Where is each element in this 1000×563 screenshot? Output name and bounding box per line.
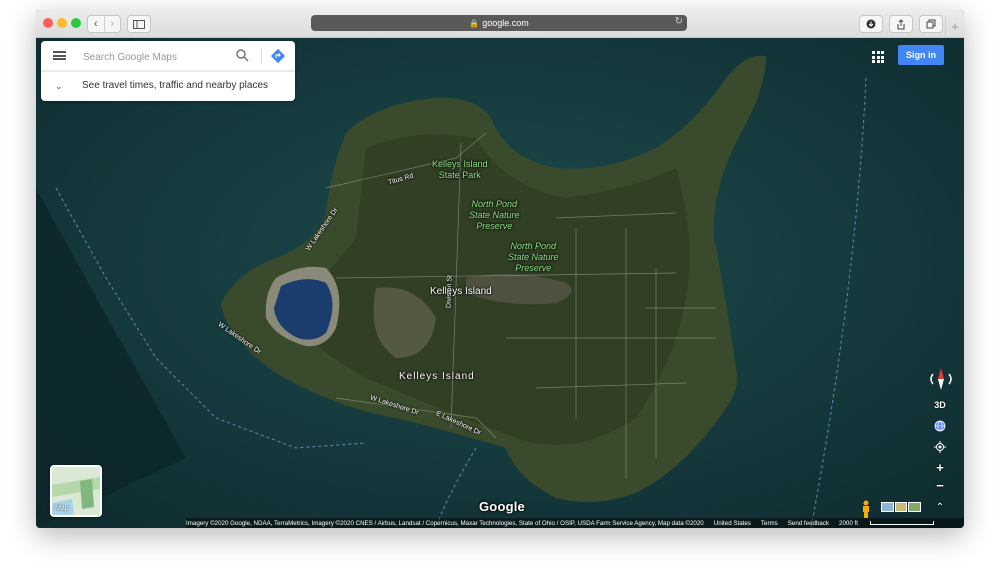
browser-window: ‹ › 🔒 google.com ↻ + Kelleys Island Stat… xyxy=(36,10,964,528)
travel-times-label: See travel times, traffic and nearby pla… xyxy=(82,80,269,91)
minimize-window-button[interactable] xyxy=(57,18,67,28)
forward-button[interactable]: › xyxy=(103,16,121,32)
address-bar[interactable]: 🔒 google.com ↻ xyxy=(311,15,687,31)
maximize-window-button[interactable] xyxy=(71,18,81,28)
close-window-button[interactable] xyxy=(43,18,53,28)
globe-icon[interactable] xyxy=(933,419,947,433)
scale-line xyxy=(869,520,934,525)
pegman-icon[interactable] xyxy=(860,500,872,518)
label-kelleys-island-state-park[interactable]: Kelleys Island State Park xyxy=(432,159,488,181)
label-north-pond-preserve-2[interactable]: North Pond State Nature Preserve xyxy=(508,241,559,274)
map-footer: Imagery ©2020 Google, NDAA, TerraMetrics… xyxy=(186,518,964,528)
scale-bar[interactable]: 2000 ft xyxy=(839,520,944,527)
tabs-icon xyxy=(926,19,936,29)
terms-link[interactable]: Terms xyxy=(761,520,778,527)
reload-icon[interactable]: ↻ xyxy=(675,16,683,27)
share-icon xyxy=(897,18,905,29)
search-icon[interactable] xyxy=(236,49,249,62)
tilt-3d-button[interactable]: 3D xyxy=(930,398,950,412)
menu-icon[interactable] xyxy=(53,51,66,60)
tabs-overview-button[interactable] xyxy=(919,15,943,33)
search-divider xyxy=(261,48,262,64)
sidebar-icon xyxy=(133,19,145,29)
new-tab-button[interactable]: + xyxy=(945,16,964,36)
chevron-down-icon: ⌄ xyxy=(55,81,63,91)
downloads-button[interactable] xyxy=(859,15,883,33)
travel-times-bar[interactable]: ⌄ See travel times, traffic and nearby p… xyxy=(41,71,295,101)
layer-thumb-1[interactable] xyxy=(881,502,894,512)
label-kelleys-island-town[interactable]: Kelleys Island xyxy=(399,371,475,382)
scale-label: 2000 ft xyxy=(839,519,858,527)
compass-control[interactable] xyxy=(927,365,955,393)
imagery-layers[interactable] xyxy=(881,502,922,512)
download-icon xyxy=(866,19,876,29)
layer-thumb-3[interactable] xyxy=(908,502,922,512)
layer-thumb-2[interactable] xyxy=(894,502,908,512)
label-north-pond-preserve-1[interactable]: North Pond State Nature Preserve xyxy=(469,199,520,232)
map-layer-toggle[interactable]: Map xyxy=(50,465,102,517)
search-input[interactable] xyxy=(81,47,235,67)
zoom-out-button[interactable]: − xyxy=(932,477,948,493)
sidebar-toggle-button[interactable] xyxy=(127,15,151,33)
history-nav: ‹ › xyxy=(87,15,121,33)
google-apps-icon[interactable] xyxy=(872,51,884,63)
share-button[interactable] xyxy=(889,15,913,33)
attribution-text: Imagery ©2020 Google, NDAA, TerraMetrics… xyxy=(186,519,704,527)
browser-toolbar: ‹ › 🔒 google.com ↻ + xyxy=(36,10,964,38)
send-feedback-link[interactable]: Send feedback xyxy=(788,520,829,527)
region-link[interactable]: United States xyxy=(714,520,751,527)
sign-in-button[interactable]: Sign in xyxy=(898,45,944,65)
search-box xyxy=(41,41,295,71)
label-kelleys-island-place[interactable]: Kelleys Island xyxy=(430,286,492,297)
compass-icon xyxy=(930,368,952,390)
expand-controls-button[interactable]: ⌃ xyxy=(932,499,948,515)
map-thumb-label: Map xyxy=(55,505,69,512)
lock-icon: 🔒 xyxy=(469,18,480,28)
satellite-map[interactable]: Kelleys Island State Park North Pond Sta… xyxy=(36,38,964,528)
back-button[interactable]: ‹ xyxy=(88,16,104,32)
google-logo: Google xyxy=(479,499,525,514)
label-division-st: Division St xyxy=(445,274,454,309)
directions-icon[interactable] xyxy=(270,48,286,64)
satellite-imagery xyxy=(36,38,964,528)
zoom-in-button[interactable]: + xyxy=(932,459,948,475)
my-location-icon[interactable] xyxy=(933,440,947,454)
address-text: google.com xyxy=(482,18,529,28)
